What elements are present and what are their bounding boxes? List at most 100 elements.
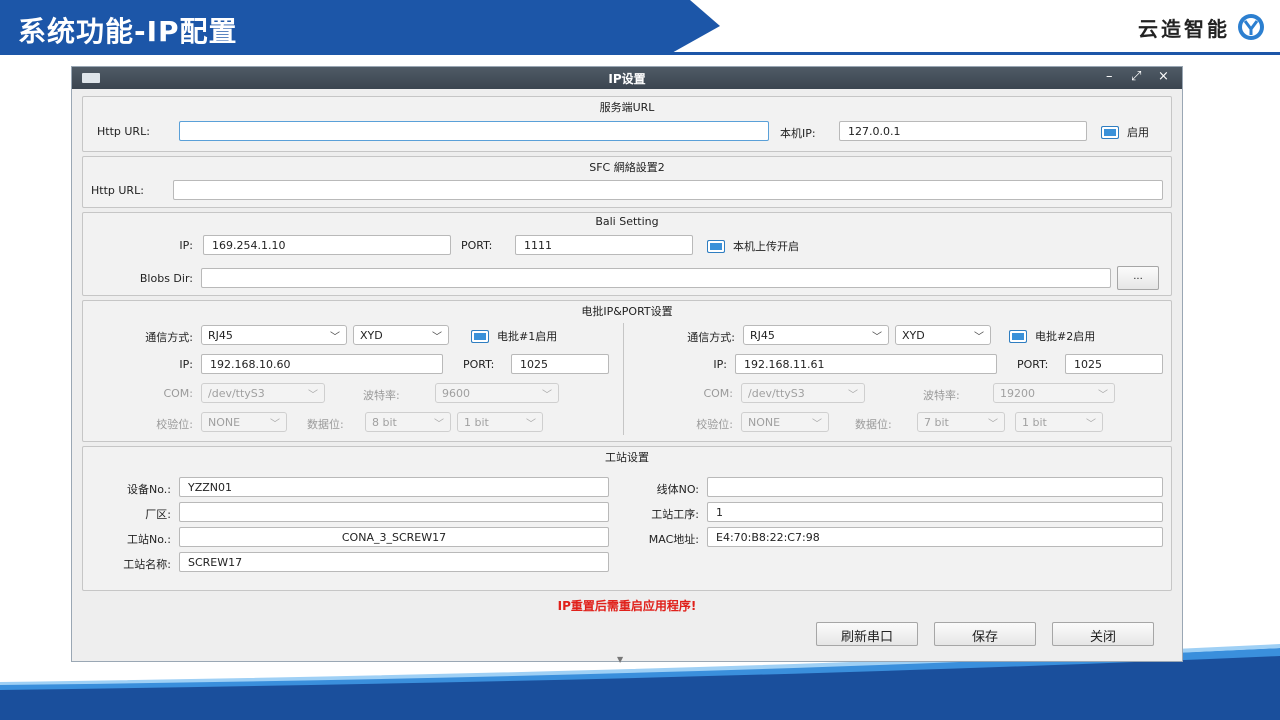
group-divider xyxy=(623,323,624,435)
right-databits-select: 7 bit ﹀ xyxy=(917,412,1005,432)
screwdriver-ip-port-group: 电批IP&PORT设置 通信方式: RJ45 ﹀ XYD ﹀ 电批#1启用 IP… xyxy=(82,300,1172,442)
station-group-title: 工站设置 xyxy=(605,451,649,464)
chevron-down-icon: ﹀ xyxy=(848,390,858,401)
right-stopbits-value: 1 bit xyxy=(1022,416,1047,429)
left-comm-select[interactable]: RJ45 ﹀ xyxy=(201,325,347,345)
bali-group-title: Bali Setting xyxy=(595,215,659,228)
checkbox-checked-icon xyxy=(1101,125,1119,139)
right-baud-label: 波特率: xyxy=(923,389,960,402)
device-no-label: 设备No.: xyxy=(127,483,171,496)
left-databits-label: 数据位: xyxy=(307,418,344,431)
right-parity-select: NONE ﹀ xyxy=(741,412,829,432)
server-url-group: 服务端URL Http URL: 本机IP: 127.0.0.1 启用 xyxy=(82,96,1172,152)
bali-upload-checkbox[interactable]: 本机上传开启 xyxy=(707,238,799,254)
server-enable-checkbox[interactable]: 启用 xyxy=(1101,124,1149,140)
bali-ip-label: IP: xyxy=(179,239,193,252)
restore-icon[interactable]: ⤢ xyxy=(1131,69,1141,84)
save-button[interactable]: 保存 xyxy=(934,622,1036,646)
factory-label: 厂区: xyxy=(145,508,171,521)
factory-input[interactable] xyxy=(179,502,609,522)
station-settings-group: 工站设置 设备No.: YZZN01 厂区: 工站No.: CONA_3_SCR… xyxy=(82,446,1172,591)
restart-warning: IP重置后需重启应用程序! xyxy=(557,599,697,613)
left-stopbits-select: 1 bit ﹀ xyxy=(457,412,543,432)
left-port-label: PORT: xyxy=(463,358,495,371)
line-no-input[interactable] xyxy=(707,477,1163,497)
bali-ip-input[interactable]: 169.254.1.10 xyxy=(203,235,451,255)
sfc-http-url-label: Http URL: xyxy=(91,184,144,197)
left-com-value: /dev/ttyS3 xyxy=(208,387,265,400)
right-ip-label: IP: xyxy=(713,358,727,371)
logo-mark-icon xyxy=(1238,14,1264,40)
chevron-down-icon: ﹀ xyxy=(432,332,442,343)
ip-settings-window: IP设置 – ⤢ × 服务端URL Http URL: 本机IP: 127.0.… xyxy=(71,66,1183,664)
station-name-label: 工站名称: xyxy=(123,558,171,571)
left-com-select: /dev/ttyS3 ﹀ xyxy=(201,383,325,403)
chevron-down-icon: ﹀ xyxy=(270,419,280,430)
screwdriver2-enable-label: 电批#2启用 xyxy=(1035,330,1096,343)
sfc-http-url-input[interactable] xyxy=(173,180,1163,200)
right-comm-value: RJ45 xyxy=(750,329,775,342)
left-protocol-value: XYD xyxy=(360,329,383,342)
bali-port-input[interactable]: 1111 xyxy=(515,235,693,255)
chevron-down-icon: ﹀ xyxy=(974,332,984,343)
minimize-icon[interactable]: – xyxy=(1106,69,1113,84)
screwdriver2-enable-checkbox[interactable]: 电批#2启用 xyxy=(1009,328,1095,344)
right-comm-label: 通信方式: xyxy=(687,331,735,344)
blobs-dir-input[interactable] xyxy=(201,268,1111,288)
header-underline xyxy=(0,52,1280,55)
window-titlebar[interactable]: IP设置 – ⤢ × xyxy=(72,67,1182,89)
screwdriver1-enable-label: 电批#1启用 xyxy=(497,330,558,343)
right-parity-label: 校验位: xyxy=(696,418,733,431)
sfc-group-title: SFC 網絡設置2 xyxy=(589,161,665,174)
chevron-down-icon: ﹀ xyxy=(542,390,552,401)
refresh-serial-button[interactable]: 刷新串口 xyxy=(816,622,918,646)
close-icon[interactable]: × xyxy=(1158,69,1169,84)
checkbox-checked-icon xyxy=(1009,329,1027,343)
chevron-down-icon: ﹀ xyxy=(872,332,882,343)
server-http-url-input[interactable] xyxy=(179,121,769,141)
chevron-down-icon: ﹀ xyxy=(988,419,998,430)
right-databits-label: 数据位: xyxy=(855,418,892,431)
right-com-label: COM: xyxy=(703,387,733,400)
device-no-input[interactable]: YZZN01 xyxy=(179,477,609,497)
server-enable-label: 启用 xyxy=(1127,126,1149,139)
left-port-input[interactable]: 1025 xyxy=(511,354,609,374)
server-url-group-title: 服务端URL xyxy=(599,101,655,114)
station-no-input[interactable]: CONA_3_SCREW17 xyxy=(179,527,609,547)
station-name-input[interactable]: SCREW17 xyxy=(179,552,609,572)
line-no-label: 线体NO: xyxy=(656,483,699,496)
station-no-label: 工站No.: xyxy=(127,533,171,546)
right-port-input[interactable]: 1025 xyxy=(1065,354,1163,374)
sfc-group: SFC 網絡設置2 Http URL: xyxy=(82,156,1172,208)
mac-input[interactable]: E4:70:B8:22:C7:98 xyxy=(707,527,1163,547)
bali-setting-group: Bali Setting IP: 169.254.1.10 PORT: 1111… xyxy=(82,212,1172,296)
blobs-browse-button[interactable]: ... xyxy=(1117,266,1159,290)
left-ip-input[interactable]: 192.168.10.60 xyxy=(201,354,443,374)
chevron-down-icon: ﹀ xyxy=(434,419,444,430)
local-ip-input[interactable]: 127.0.0.1 xyxy=(839,121,1087,141)
left-parity-select: NONE ﹀ xyxy=(201,412,287,432)
right-ip-input[interactable]: 192.168.11.61 xyxy=(735,354,997,374)
left-databits-value: 8 bit xyxy=(372,416,397,429)
server-http-url-label: Http URL: xyxy=(97,125,150,138)
right-comm-select[interactable]: RJ45 ﹀ xyxy=(743,325,889,345)
bali-port-label: PORT: xyxy=(461,239,493,252)
chevron-down-icon: ﹀ xyxy=(308,390,318,401)
left-databits-select: 8 bit ﹀ xyxy=(365,412,451,432)
mac-label: MAC地址: xyxy=(648,533,699,546)
checkbox-checked-icon xyxy=(471,329,489,343)
right-baud-value: 19200 xyxy=(1000,387,1035,400)
bali-upload-label: 本机上传开启 xyxy=(733,240,799,253)
close-button[interactable]: 关闭 xyxy=(1052,622,1154,646)
resize-grip-icon[interactable]: ▼ xyxy=(617,655,623,664)
right-com-value: /dev/ttyS3 xyxy=(748,387,805,400)
process-input[interactable]: 1 xyxy=(707,502,1163,522)
screwdriver-group-title: 电批IP&PORT设置 xyxy=(581,305,673,318)
left-baud-select: 9600 ﹀ xyxy=(435,383,559,403)
screwdriver1-enable-checkbox[interactable]: 电批#1启用 xyxy=(471,328,557,344)
left-protocol-select[interactable]: XYD ﹀ xyxy=(353,325,449,345)
chevron-down-icon: ﹀ xyxy=(330,332,340,343)
right-protocol-select[interactable]: XYD ﹀ xyxy=(895,325,991,345)
left-comm-value: RJ45 xyxy=(208,329,233,342)
right-stopbits-select: 1 bit ﹀ xyxy=(1015,412,1103,432)
